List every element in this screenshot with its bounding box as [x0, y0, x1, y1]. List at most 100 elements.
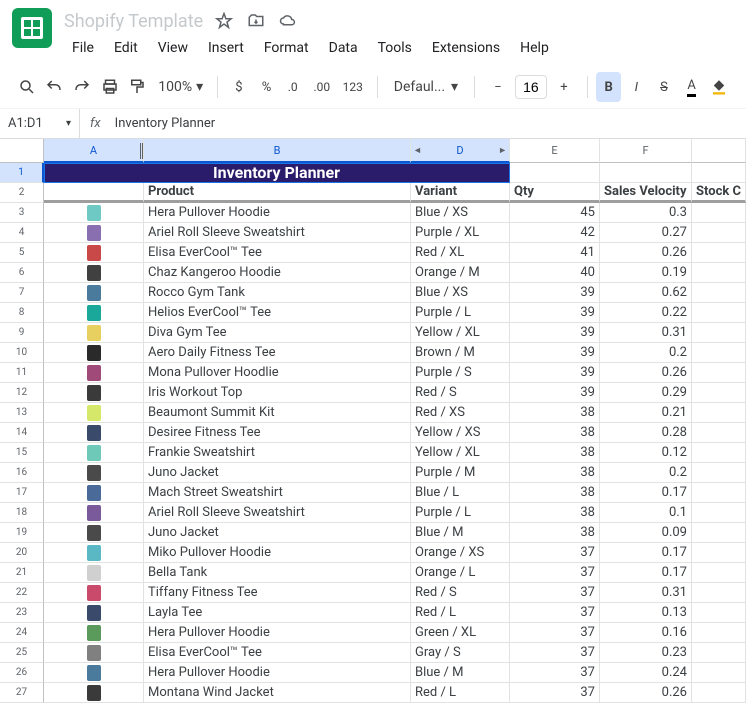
- qty[interactable]: 37: [510, 543, 600, 563]
- stock[interactable]: [692, 443, 746, 463]
- product-thumb[interactable]: [44, 383, 144, 403]
- menu-file[interactable]: File: [64, 36, 102, 60]
- velocity[interactable]: 0.1: [600, 503, 692, 523]
- decrease-font-icon[interactable]: −: [483, 72, 513, 102]
- qty[interactable]: 39: [510, 323, 600, 343]
- row-header-27[interactable]: 27: [0, 683, 44, 703]
- stock[interactable]: [692, 223, 746, 243]
- cell[interactable]: [600, 163, 692, 183]
- stock[interactable]: [692, 603, 746, 623]
- product-name[interactable]: Miko Pullover Hoodie: [144, 543, 411, 563]
- row-header-7[interactable]: 7: [0, 283, 44, 303]
- qty[interactable]: 37: [510, 563, 600, 583]
- banner-title[interactable]: Inventory Planner: [44, 163, 510, 183]
- stock[interactable]: [692, 643, 746, 663]
- product-thumb[interactable]: [44, 623, 144, 643]
- variant[interactable]: Red / L: [411, 603, 510, 623]
- qty[interactable]: 41: [510, 243, 600, 263]
- velocity[interactable]: 0.09: [600, 523, 692, 543]
- product-name[interactable]: Rocco Gym Tank: [144, 283, 411, 303]
- product-name[interactable]: Elisa EverCool™ Tee: [144, 643, 411, 663]
- print-icon[interactable]: [97, 72, 123, 102]
- column-header-A[interactable]: A: [44, 139, 144, 163]
- qty[interactable]: 39: [510, 363, 600, 383]
- product-name[interactable]: Hera Pullover Hoodie: [144, 203, 411, 223]
- stock[interactable]: [692, 623, 746, 643]
- variant[interactable]: Yellow / XS: [411, 423, 510, 443]
- qty[interactable]: 45: [510, 203, 600, 223]
- velocity[interactable]: 0.62: [600, 283, 692, 303]
- qty[interactable]: 38: [510, 423, 600, 443]
- product-thumb[interactable]: [44, 543, 144, 563]
- move-icon[interactable]: [245, 10, 267, 32]
- row-header-9[interactable]: 9: [0, 323, 44, 343]
- header-variant[interactable]: Variant: [411, 183, 510, 203]
- qty[interactable]: 42: [510, 223, 600, 243]
- velocity[interactable]: 0.24: [600, 663, 692, 683]
- variant[interactable]: Yellow / XL: [411, 323, 510, 343]
- stock[interactable]: [692, 523, 746, 543]
- row-header-16[interactable]: 16: [0, 463, 44, 483]
- row-header-4[interactable]: 4: [0, 223, 44, 243]
- product-thumb[interactable]: [44, 503, 144, 523]
- product-thumb[interactable]: [44, 643, 144, 663]
- qty[interactable]: 38: [510, 503, 600, 523]
- italic-button[interactable]: I: [623, 72, 649, 102]
- product-thumb[interactable]: [44, 663, 144, 683]
- velocity[interactable]: 0.2: [600, 343, 692, 363]
- qty[interactable]: 39: [510, 303, 600, 323]
- row-header-25[interactable]: 25: [0, 643, 44, 663]
- qty[interactable]: 37: [510, 643, 600, 663]
- qty[interactable]: 38: [510, 483, 600, 503]
- stock[interactable]: [692, 383, 746, 403]
- header-a[interactable]: [44, 183, 144, 203]
- product-thumb[interactable]: [44, 423, 144, 443]
- row-header-24[interactable]: 24: [0, 623, 44, 643]
- undo-icon[interactable]: [42, 72, 68, 102]
- variant[interactable]: Blue / M: [411, 663, 510, 683]
- sheets-logo[interactable]: [12, 8, 52, 48]
- stock[interactable]: [692, 203, 746, 223]
- row-header-14[interactable]: 14: [0, 423, 44, 443]
- row-header-17[interactable]: 17: [0, 483, 44, 503]
- row-header-22[interactable]: 22: [0, 583, 44, 603]
- strikethrough-button[interactable]: S: [651, 72, 677, 102]
- velocity[interactable]: 0.13: [600, 603, 692, 623]
- header-qty[interactable]: Qty: [510, 183, 600, 203]
- stock[interactable]: [692, 403, 746, 423]
- increase-font-icon[interactable]: +: [549, 72, 579, 102]
- fill-color-button[interactable]: [706, 72, 732, 102]
- product-name[interactable]: Chaz Kangeroo Hoodie: [144, 263, 411, 283]
- expand-right-icon[interactable]: ►: [498, 145, 507, 156]
- menu-data[interactable]: Data: [321, 36, 366, 60]
- stock[interactable]: [692, 583, 746, 603]
- product-thumb[interactable]: [44, 263, 144, 283]
- stock[interactable]: [692, 483, 746, 503]
- product-thumb[interactable]: [44, 683, 144, 703]
- variant[interactable]: Red / XL: [411, 243, 510, 263]
- variant[interactable]: Purple / XL: [411, 223, 510, 243]
- variant[interactable]: Purple / L: [411, 303, 510, 323]
- name-box[interactable]: A1:D1▾: [0, 109, 80, 138]
- row-header-12[interactable]: 12: [0, 383, 44, 403]
- variant[interactable]: Red / S: [411, 583, 510, 603]
- qty[interactable]: 38: [510, 403, 600, 423]
- variant[interactable]: Orange / L: [411, 563, 510, 583]
- variant[interactable]: Purple / M: [411, 463, 510, 483]
- product-name[interactable]: Montana Wind Jacket: [144, 683, 411, 703]
- product-name[interactable]: Ariel Roll Sleeve Sweatshirt: [144, 223, 411, 243]
- velocity[interactable]: 0.17: [600, 483, 692, 503]
- variant[interactable]: Red / S: [411, 383, 510, 403]
- velocity[interactable]: 0.31: [600, 323, 692, 343]
- velocity[interactable]: 0.17: [600, 563, 692, 583]
- velocity[interactable]: 0.27: [600, 223, 692, 243]
- product-name[interactable]: Juno Jacket: [144, 463, 411, 483]
- cell[interactable]: [692, 163, 746, 183]
- velocity[interactable]: 0.23: [600, 643, 692, 663]
- product-thumb[interactable]: [44, 463, 144, 483]
- qty[interactable]: 37: [510, 583, 600, 603]
- column-header-blank[interactable]: [692, 139, 746, 163]
- velocity[interactable]: 0.16: [600, 623, 692, 643]
- velocity[interactable]: 0.17: [600, 543, 692, 563]
- column-header-B[interactable]: B: [144, 139, 411, 163]
